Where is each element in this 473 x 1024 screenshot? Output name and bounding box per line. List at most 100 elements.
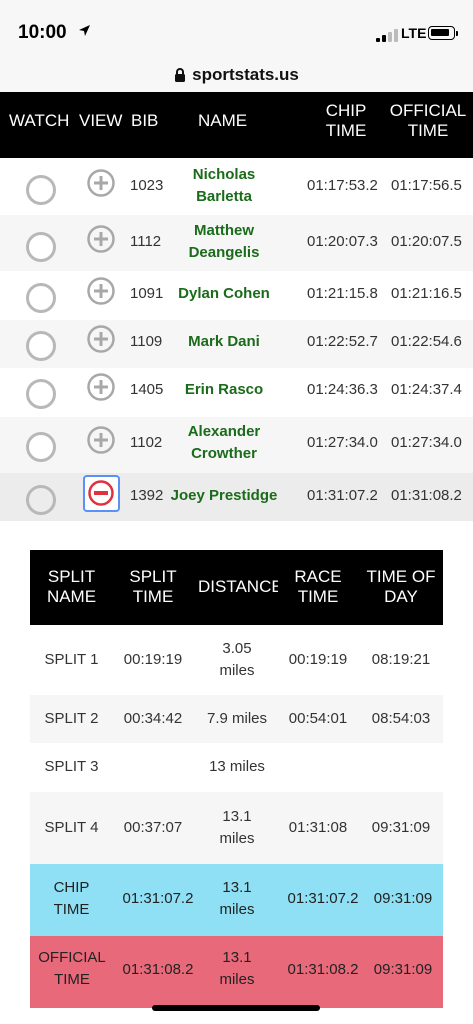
- signal-bars-icon: [376, 28, 398, 42]
- split-name: SPLIT 2: [44, 710, 99, 727]
- split-name: SPLIT 4: [44, 819, 99, 836]
- header-split-time: SPLIT TIME: [129, 567, 177, 606]
- bib-number: 1392: [130, 487, 164, 504]
- plus-circle-icon[interactable]: [87, 277, 115, 305]
- race-time: 01:31:08: [288, 819, 348, 836]
- chip-time: 01:27:34.0: [307, 434, 378, 451]
- splits-table-header: SPLIT NAME SPLIT TIME DISTANCE RACE TIME TI…: [30, 550, 443, 625]
- plus-circle-icon[interactable]: [87, 325, 115, 353]
- split-time: 00:37:07: [123, 819, 183, 836]
- split-row: SPLIT 2 00:34:42 7.9 miles 00:54:01 08:5…: [30, 695, 443, 743]
- result-row[interactable]: 1023 Nicholas Barletta 01:17:53.2 01:17:5…: [0, 158, 473, 215]
- watch-radio[interactable]: [26, 379, 56, 409]
- runner-name-link[interactable]: Erin Rasco: [168, 379, 280, 401]
- header-chip-time: CHIP TIME: [325, 101, 367, 140]
- chip-time: 01:20:07.3: [307, 233, 378, 250]
- official-time: 01:22:54.6: [391, 333, 462, 350]
- plus-circle-icon[interactable]: [87, 426, 115, 454]
- time-of-day: 08:54:03: [371, 710, 431, 727]
- battery-icon: [428, 26, 455, 40]
- official-time: 01:20:07.5: [391, 233, 462, 250]
- chip-time-row: CHIP TIME 01:31:07.2 13.1 miles 01:31:07.2…: [30, 864, 443, 936]
- watch-radio[interactable]: [26, 283, 56, 313]
- chip-time: 01:17:53.2: [307, 177, 378, 194]
- header-view: VIEW: [79, 111, 123, 130]
- runner-name-link[interactable]: Joey Prestidge: [166, 485, 282, 507]
- official-time: 01:17:56.5: [391, 177, 462, 194]
- split-name: SPLIT 1: [44, 651, 99, 668]
- result-row-expanded[interactable]: 1392 Joey Prestidge 01:31:07.2 01:31:08.…: [0, 473, 473, 521]
- address-bar[interactable]: sportstats.us: [0, 58, 473, 92]
- race-time: 00:54:01: [288, 710, 348, 727]
- plus-circle-icon[interactable]: [87, 373, 115, 401]
- collapse-button[interactable]: [83, 475, 120, 512]
- header-bib: BIB: [131, 111, 159, 130]
- split-time: 00:19:19: [123, 651, 183, 668]
- bib-number: 1109: [130, 333, 163, 350]
- status-time: 10:00: [18, 22, 67, 43]
- split-row: SPLIT 1 00:19:19 3.05 miles 00:19:19 08:1…: [30, 625, 443, 695]
- official-time: 01:27:34.0: [391, 434, 462, 451]
- header-time-of-day: TIME OF DAY: [366, 567, 436, 606]
- chip-time: 01:21:15.8: [307, 285, 378, 302]
- header-watch: WATCH: [9, 111, 70, 130]
- result-row[interactable]: 1091 Dylan Cohen 01:21:15.8 01:21:16.5: [0, 271, 473, 320]
- result-row[interactable]: 1112 Matthew Deangelis 01:20:07.3 01:20:0…: [0, 215, 473, 271]
- status-bar: 10:00 LTE: [0, 0, 473, 58]
- split-distance: 13 miles: [209, 758, 265, 775]
- header-distance: DISTANCE: [198, 577, 278, 596]
- header-split-name: SPLIT NAME: [46, 567, 97, 606]
- time-of-day: 09:31:09: [373, 890, 433, 907]
- split-name: OFFICIAL TIME: [38, 949, 106, 988]
- watch-radio[interactable]: [26, 485, 56, 515]
- home-indicator[interactable]: [152, 1005, 320, 1011]
- official-time-row: OFFICIAL TIME 01:31:08.2 13.1 miles 01:31:…: [30, 936, 443, 1008]
- plus-circle-icon[interactable]: [87, 169, 115, 197]
- time-of-day: 09:31:09: [373, 961, 433, 978]
- split-time: 01:31:08.2: [122, 961, 194, 978]
- runner-name-link[interactable]: Nicholas Barletta: [168, 164, 280, 208]
- official-time: 01:24:37.4: [391, 381, 462, 398]
- split-distance: 13.1 miles: [219, 808, 255, 847]
- runner-name-link[interactable]: Mark Dani: [168, 331, 280, 353]
- battery-tip: [456, 31, 458, 36]
- split-row: SPLIT 3 13 miles: [30, 743, 443, 792]
- split-time: 01:31:07.2: [122, 890, 194, 907]
- results-table-header: WATCH VIEW BIB NAME CHIP TIME OFFICIAL T…: [0, 92, 473, 158]
- split-row: SPLIT 4 00:37:07 13.1 miles 01:31:08 09:3…: [30, 792, 443, 864]
- split-distance: 13.1 miles: [219, 879, 255, 918]
- split-distance: 13.1 miles: [219, 949, 255, 988]
- runner-name-link[interactable]: Matthew Deangelis: [168, 220, 280, 264]
- result-row[interactable]: 1109 Mark Dani 01:22:52.7 01:22:54.6: [0, 320, 473, 368]
- chip-time: 01:24:36.3: [307, 381, 378, 398]
- header-official-time: OFFICIAL TIME: [389, 101, 467, 140]
- plus-circle-icon[interactable]: [87, 225, 115, 253]
- watch-radio[interactable]: [26, 175, 56, 205]
- network-label: LTE: [401, 25, 427, 41]
- split-distance: 7.9 miles: [206, 710, 268, 727]
- official-time: 01:21:16.5: [391, 285, 462, 302]
- result-row[interactable]: 1405 Erin Rasco 01:24:36.3 01:24:37.4: [0, 368, 473, 417]
- split-name: CHIP TIME: [53, 879, 90, 918]
- race-time: 01:31:07.2: [287, 890, 359, 907]
- official-time: 01:31:08.2: [391, 487, 462, 504]
- header-race-time: RACE TIME: [294, 567, 342, 606]
- runner-name-link[interactable]: Dylan Cohen: [168, 283, 280, 305]
- location-arrow-icon: [79, 25, 90, 36]
- url-text[interactable]: sportstats.us: [192, 65, 299, 85]
- race-time: 00:19:19: [288, 651, 348, 668]
- chip-time: 01:31:07.2: [307, 487, 378, 504]
- watch-radio[interactable]: [26, 331, 56, 361]
- result-row[interactable]: 1102 Alexander Crowther 01:27:34.0 01:27:…: [0, 417, 473, 473]
- chip-time: 01:22:52.7: [307, 333, 378, 350]
- race-time: 01:31:08.2: [287, 961, 359, 978]
- bib-number: 1102: [130, 434, 163, 451]
- watch-radio[interactable]: [26, 432, 56, 462]
- split-name: SPLIT 3: [44, 758, 99, 775]
- lock-icon: [175, 67, 186, 82]
- minus-circle-icon: [88, 480, 114, 506]
- watch-radio[interactable]: [26, 232, 56, 262]
- runner-name-link[interactable]: Alexander Crowther: [168, 421, 280, 465]
- time-of-day: 08:19:21: [371, 651, 431, 668]
- bib-number: 1091: [130, 285, 164, 302]
